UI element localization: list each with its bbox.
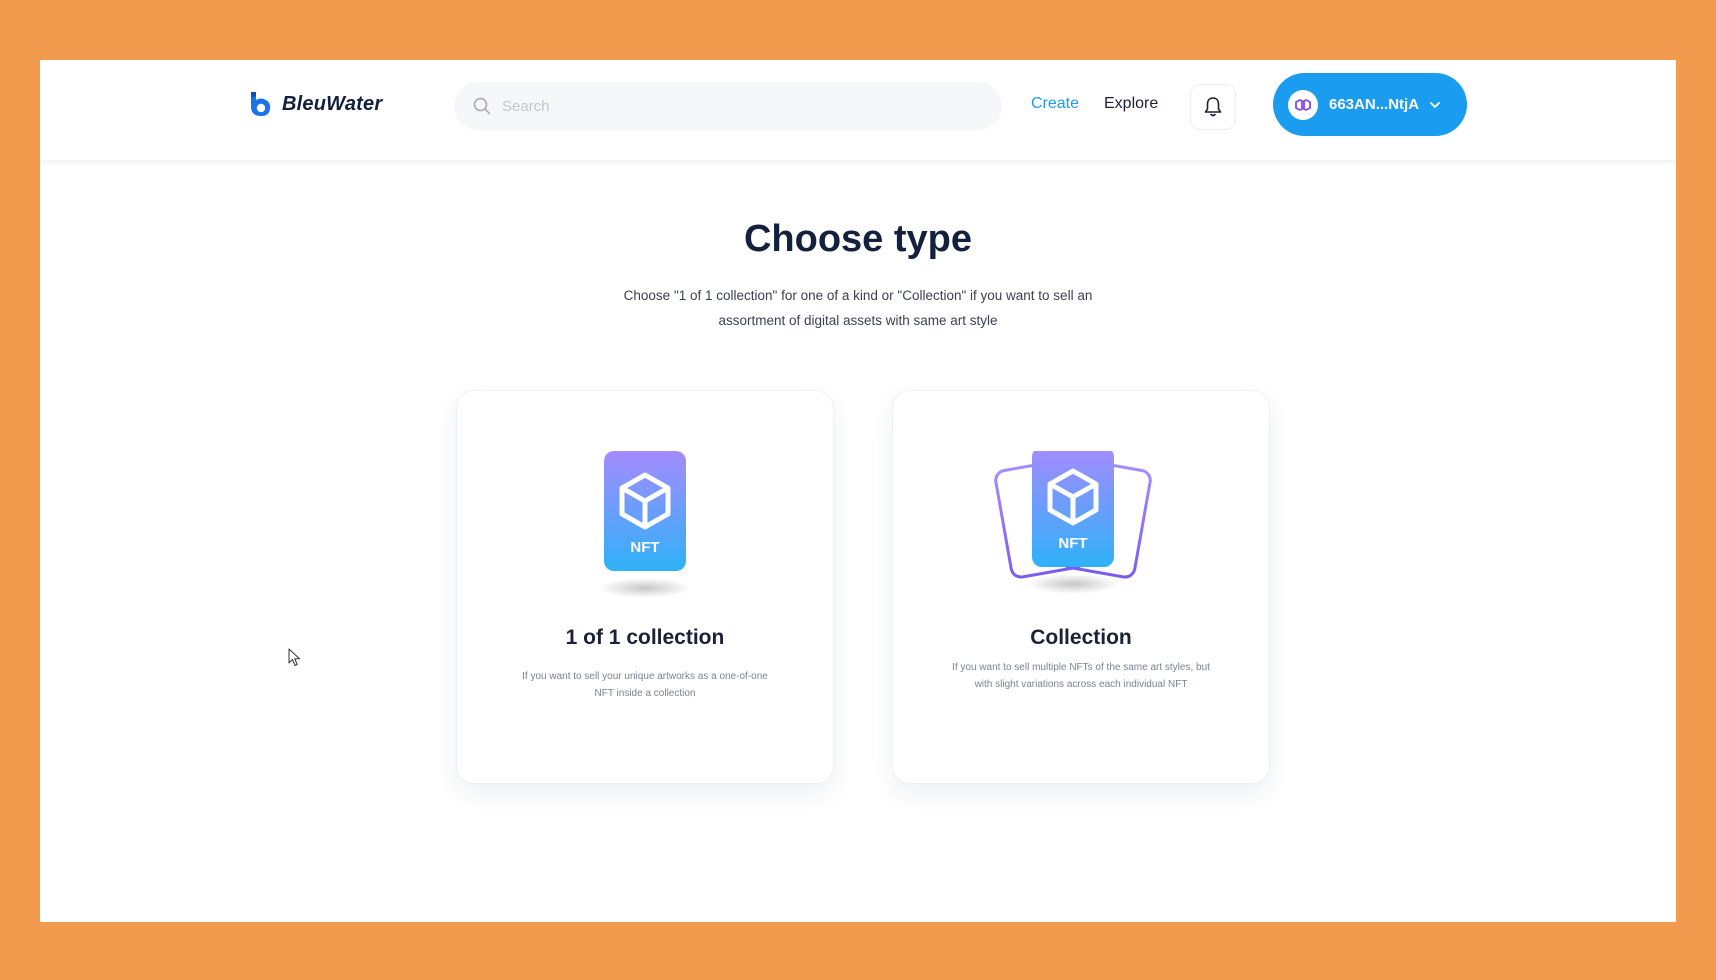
brand-name: BleuWater bbox=[282, 92, 383, 115]
nav-create-link[interactable]: Create bbox=[1031, 95, 1079, 113]
card-title: Collection bbox=[1030, 626, 1132, 649]
nav-explore-link[interactable]: Explore bbox=[1104, 95, 1158, 113]
top-navbar: BleuWater Create Explore 66 bbox=[40, 60, 1676, 161]
search-bar[interactable] bbox=[454, 82, 1002, 130]
search-input[interactable] bbox=[500, 96, 974, 116]
app-frame: BleuWater Create Explore 66 bbox=[40, 60, 1676, 922]
mouse-cursor-icon bbox=[288, 648, 300, 666]
wallet-address: 663AN...NtjA bbox=[1329, 96, 1420, 113]
card-title: 1 of 1 collection bbox=[565, 626, 725, 649]
page-title: Choose type bbox=[743, 218, 973, 260]
nft-collection-illustration: NFT bbox=[994, 451, 1152, 594]
card-description: If you want to sell multiple NFTs of the… bbox=[952, 662, 1210, 690]
notifications-button[interactable] bbox=[1190, 84, 1236, 130]
card-description: If you want to sell your unique artworks… bbox=[522, 671, 768, 699]
wallet-account-button[interactable]: 663AN...NtjA bbox=[1273, 73, 1467, 136]
bleuwater-logo-icon bbox=[251, 92, 271, 116]
collection-card[interactable]: NFT Collection If you want to sell multi… bbox=[892, 390, 1270, 784]
nft-badge-text: NFT bbox=[1058, 535, 1087, 552]
polygon-icon bbox=[1295, 98, 1311, 111]
nft-single-illustration: NFT bbox=[599, 451, 691, 598]
search-icon bbox=[473, 97, 491, 115]
wallet-avatar bbox=[1288, 89, 1318, 120]
one-of-one-collection-card[interactable]: NFT 1 of 1 collection If you want to sel… bbox=[456, 390, 834, 784]
bell-icon bbox=[1204, 97, 1222, 117]
chevron-down-icon bbox=[1430, 101, 1440, 108]
brand-logo[interactable]: BleuWater bbox=[248, 90, 382, 118]
nft-badge-text: NFT bbox=[630, 539, 659, 556]
page-subtitle: Choose "1 of 1 collection" for one of a … bbox=[623, 288, 1093, 328]
